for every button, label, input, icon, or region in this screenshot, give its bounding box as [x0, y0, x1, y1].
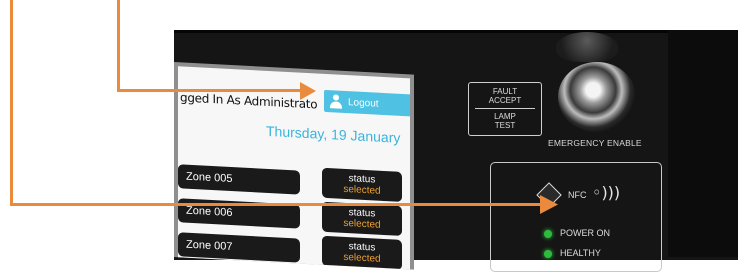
fault-accept-lamp-test-button[interactable]: FAULT ACCEPT LAMP TEST: [468, 82, 542, 136]
touch-screen: gged In As Administrato Logout Thursday,…: [178, 66, 410, 270]
lamp-test-label-1: LAMP: [494, 112, 516, 121]
button-divider: [475, 108, 535, 109]
fault-accept-label-2: ACCEPT: [488, 96, 522, 105]
device-edge: [668, 30, 738, 257]
power-led: [544, 230, 552, 238]
zone-name[interactable]: Zone 007: [178, 232, 300, 263]
key-switch-housing: [556, 32, 618, 62]
fault-accept-label-1: FAULT: [492, 87, 518, 96]
zone-status[interactable]: status selected: [322, 201, 402, 236]
user-icon: [330, 94, 342, 109]
callout-arrowhead: [540, 195, 558, 214]
zone-name[interactable]: Zone 005: [178, 164, 300, 195]
power-on-label: POWER ON: [560, 228, 611, 238]
logout-label: Logout: [348, 96, 379, 110]
touch-screen-bezel: gged In As Administrato Logout Thursday,…: [174, 62, 414, 270]
key-switch-icon[interactable]: [558, 62, 636, 132]
zone-status[interactable]: status selected: [322, 167, 402, 202]
nfc-label: NFC: [568, 190, 587, 200]
status-value: selected: [343, 183, 381, 197]
zone-status[interactable]: status selected: [322, 235, 402, 270]
callout-arrowhead: [300, 82, 316, 100]
callout-line: [117, 89, 307, 92]
logout-button[interactable]: Logout: [324, 89, 410, 117]
emergency-enable-label: EMERGENCY ENABLE: [548, 138, 642, 148]
callout-line: [10, 203, 548, 206]
logged-in-status: gged In As Administrato: [180, 90, 318, 112]
contactless-icon: ◦))): [592, 183, 621, 202]
callout-line: [117, 0, 120, 92]
callout-line: [10, 0, 13, 206]
status-value: selected: [343, 217, 381, 231]
current-date: Thursday, 19 January: [266, 122, 401, 146]
status-value: selected: [343, 251, 381, 265]
lamp-test-label-2: TEST: [494, 121, 516, 130]
